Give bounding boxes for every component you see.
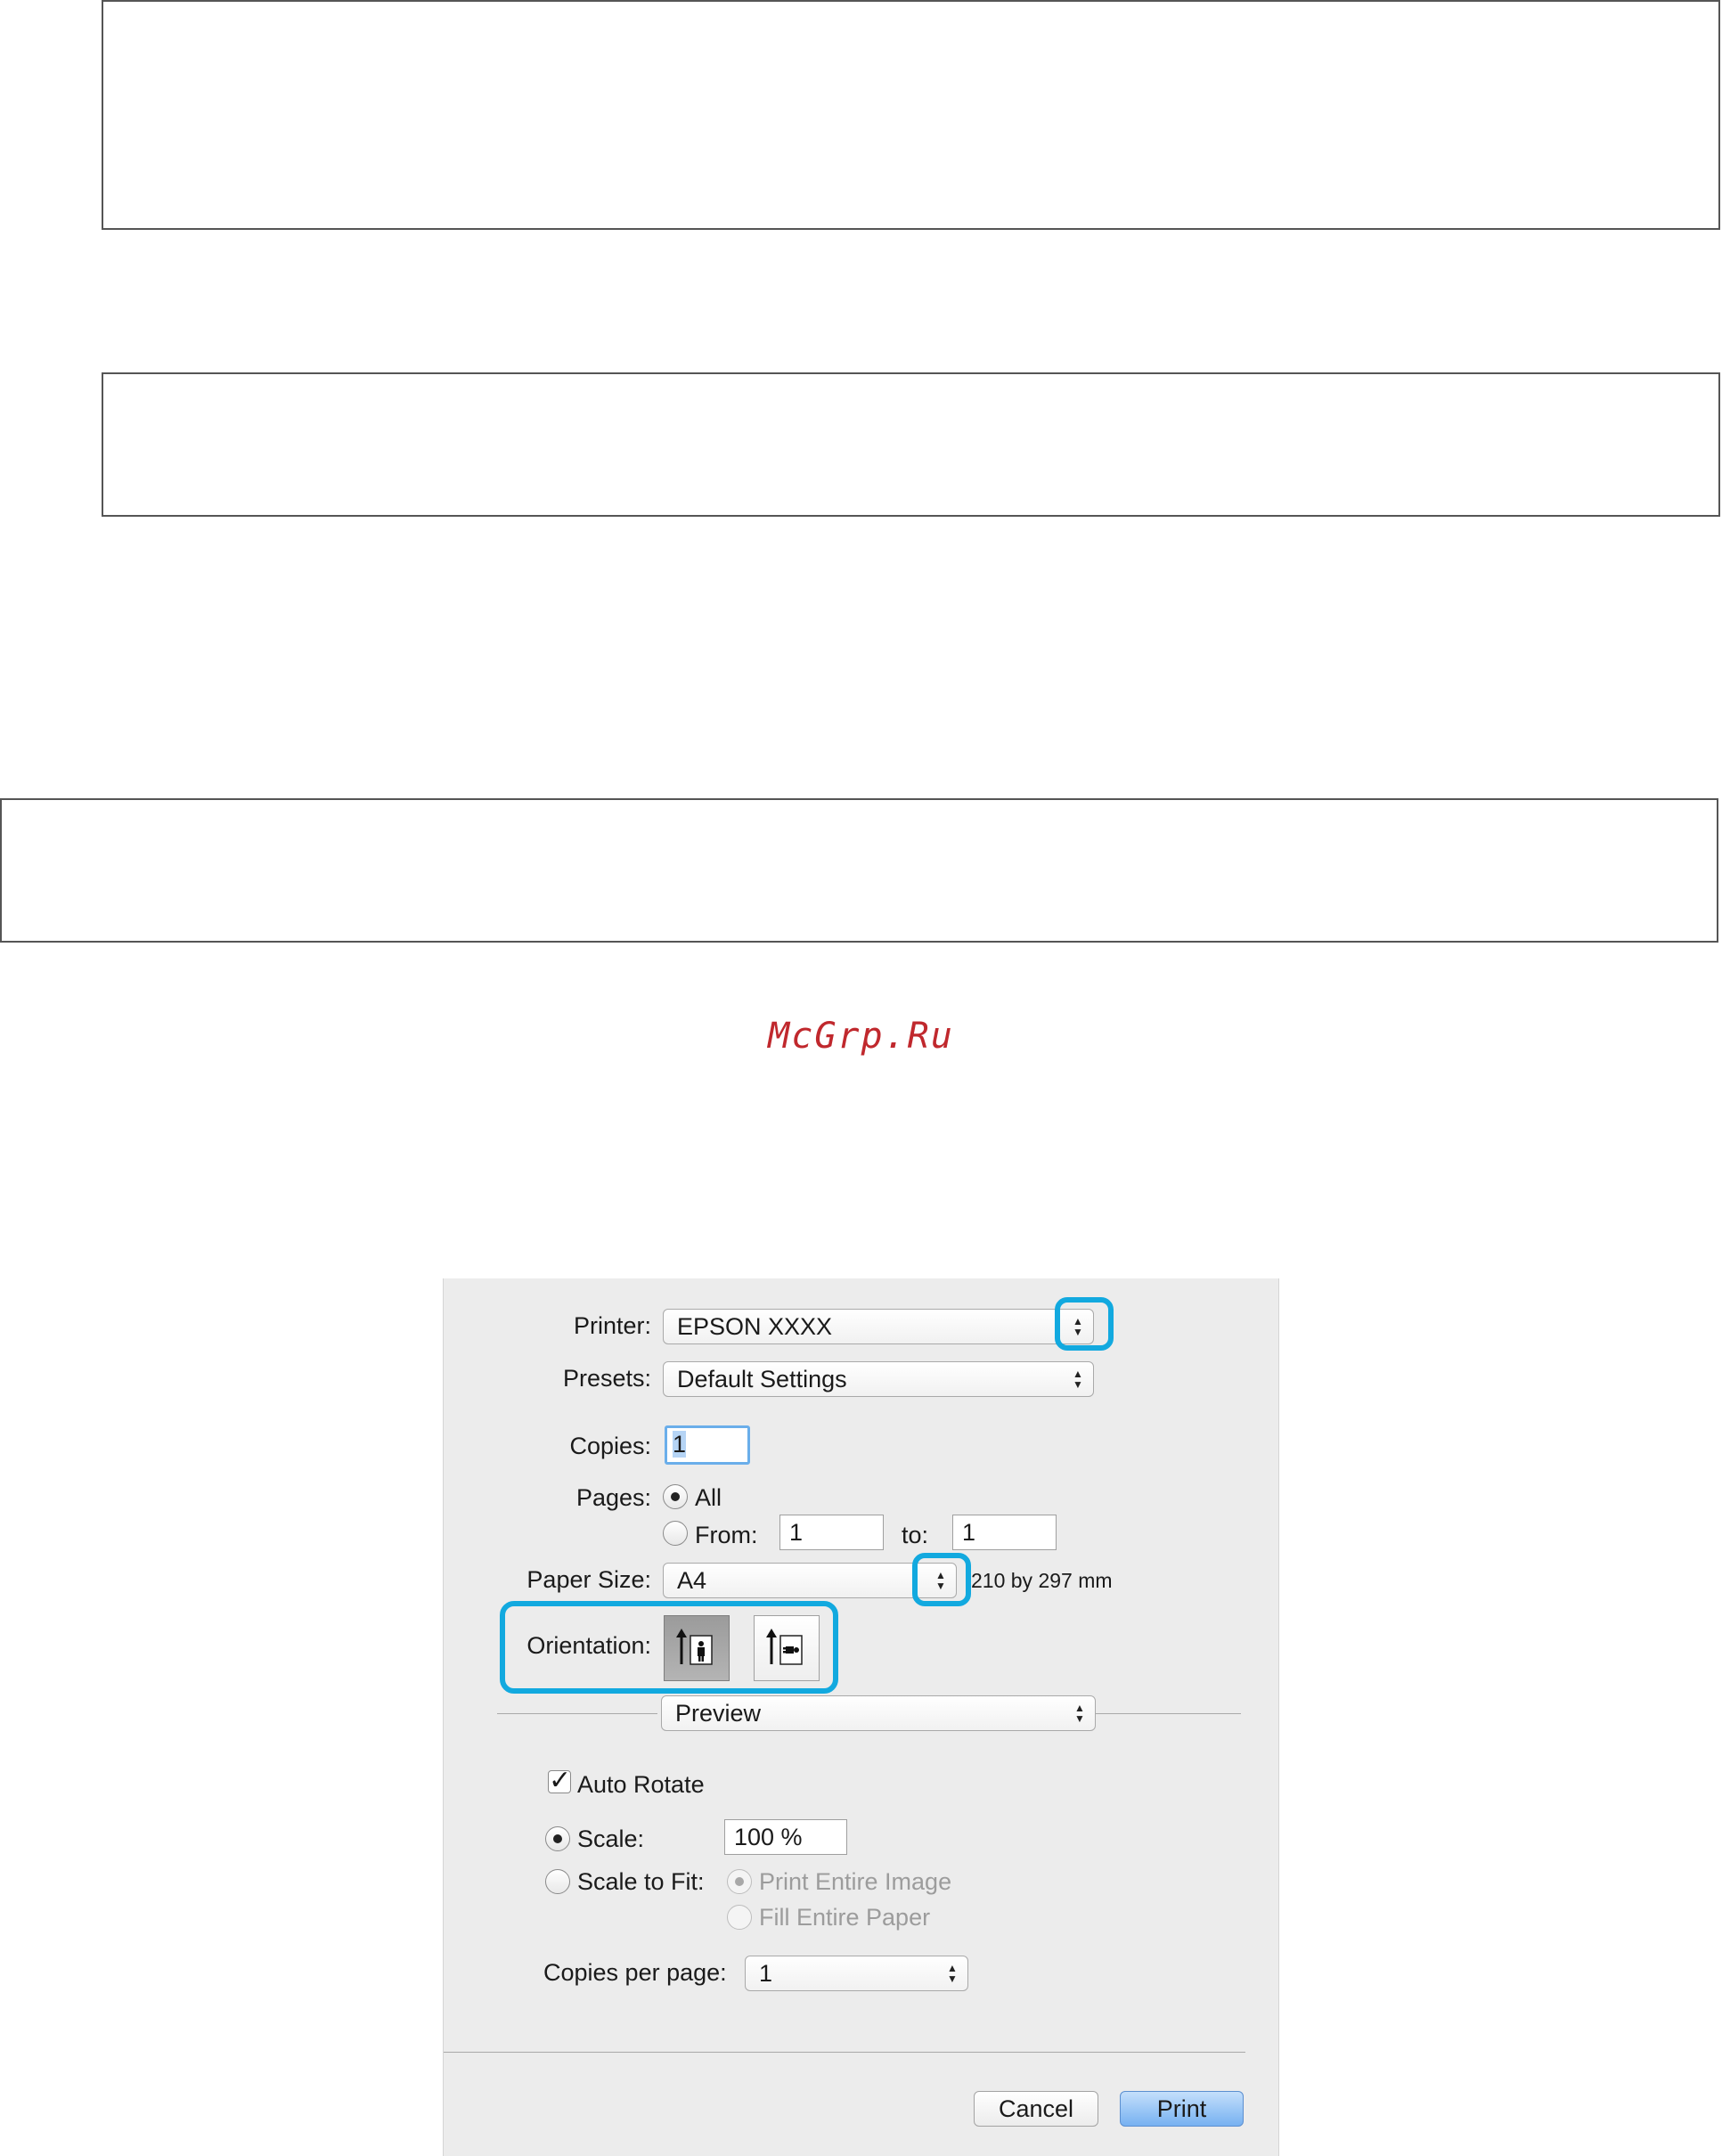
note-box-2 [102,372,1720,517]
print-button[interactable]: Print [1120,2091,1244,2127]
presets-value: Default Settings [677,1366,847,1392]
printer-value: EPSON XXXX [677,1313,833,1340]
chevron-updown-icon: ▲ ▼ [1074,1702,1085,1725]
copies-per-page-label: Copies per page: [543,1959,727,1986]
checkmark-icon: ✓ [549,1766,572,1795]
chevron-updown-icon: ▲ ▼ [1073,1368,1083,1391]
print-entire-image-label: Print Entire Image [759,1868,952,1895]
pages-all-label: All [695,1484,722,1511]
scale-to-fit-label: Scale to Fit: [577,1868,705,1895]
pages-from-input[interactable]: 1 [779,1515,884,1550]
print-entire-image-radio[interactable] [727,1869,752,1894]
note-box-1 [102,0,1720,230]
copies-per-page-popup[interactable]: 1 ▲ ▼ [745,1956,968,1991]
portrait-orientation-icon [676,1629,713,1665]
pages-all-radio[interactable] [663,1484,688,1509]
paper-size-popup-highlight [912,1553,971,1606]
auto-rotate-label: Auto Rotate [577,1771,705,1798]
pages-to-label: to: [902,1522,929,1548]
copies-per-page-value: 1 [759,1960,773,1987]
scale-radio[interactable] [545,1826,570,1851]
watermark: McGrp.Ru [768,1016,954,1057]
fill-entire-paper-label: Fill Entire Paper [759,1904,931,1931]
printer-popup[interactable]: EPSON XXXX ▲ ▼ [663,1309,1094,1344]
landscape-orientation-icon [766,1629,803,1665]
fill-entire-paper-radio[interactable] [727,1905,752,1930]
chevron-updown-icon: ▲ ▼ [947,1962,958,1985]
pages-from-radio[interactable] [663,1521,688,1546]
scale-to-fit-radio[interactable] [545,1869,570,1894]
section-divider-left [497,1713,657,1714]
section-popup-value: Preview [675,1700,762,1727]
paper-size-label: Paper Size: [526,1566,651,1593]
section-popup[interactable]: Preview ▲ ▼ [661,1695,1096,1731]
cancel-button[interactable]: Cancel [974,2091,1098,2127]
scale-label: Scale: [577,1825,645,1852]
paper-size-value: A4 [677,1567,707,1594]
copies-label: Copies: [569,1433,651,1459]
printer-label: Printer: [573,1312,651,1339]
portrait-orientation-button[interactable] [664,1615,730,1681]
pages-from-label: From: [695,1522,758,1548]
presets-label: Presets: [562,1365,651,1392]
note-box-3 [0,798,1718,943]
presets-popup[interactable]: Default Settings ▲ ▼ [663,1361,1094,1397]
copies-input[interactable]: 1 [665,1425,750,1465]
landscape-orientation-button[interactable] [754,1615,820,1681]
paper-size-dimensions: 210 by 297 mm [971,1569,1113,1592]
pages-to-input[interactable]: 1 [952,1515,1057,1550]
orientation-label: Orientation: [526,1632,651,1659]
printer-popup-highlight [1055,1297,1114,1351]
bottom-divider [444,2052,1245,2053]
section-divider-right [1096,1713,1241,1714]
pages-label: Pages: [575,1484,651,1511]
auto-rotate-checkbox[interactable]: ✓ [548,1768,571,1794]
print-dialog: Printer: EPSON XXXX ▲ ▼ Presets: Default … [443,1278,1279,2156]
scale-input[interactable]: 100 % [724,1819,847,1855]
copies-value: 1 [673,1431,687,1458]
